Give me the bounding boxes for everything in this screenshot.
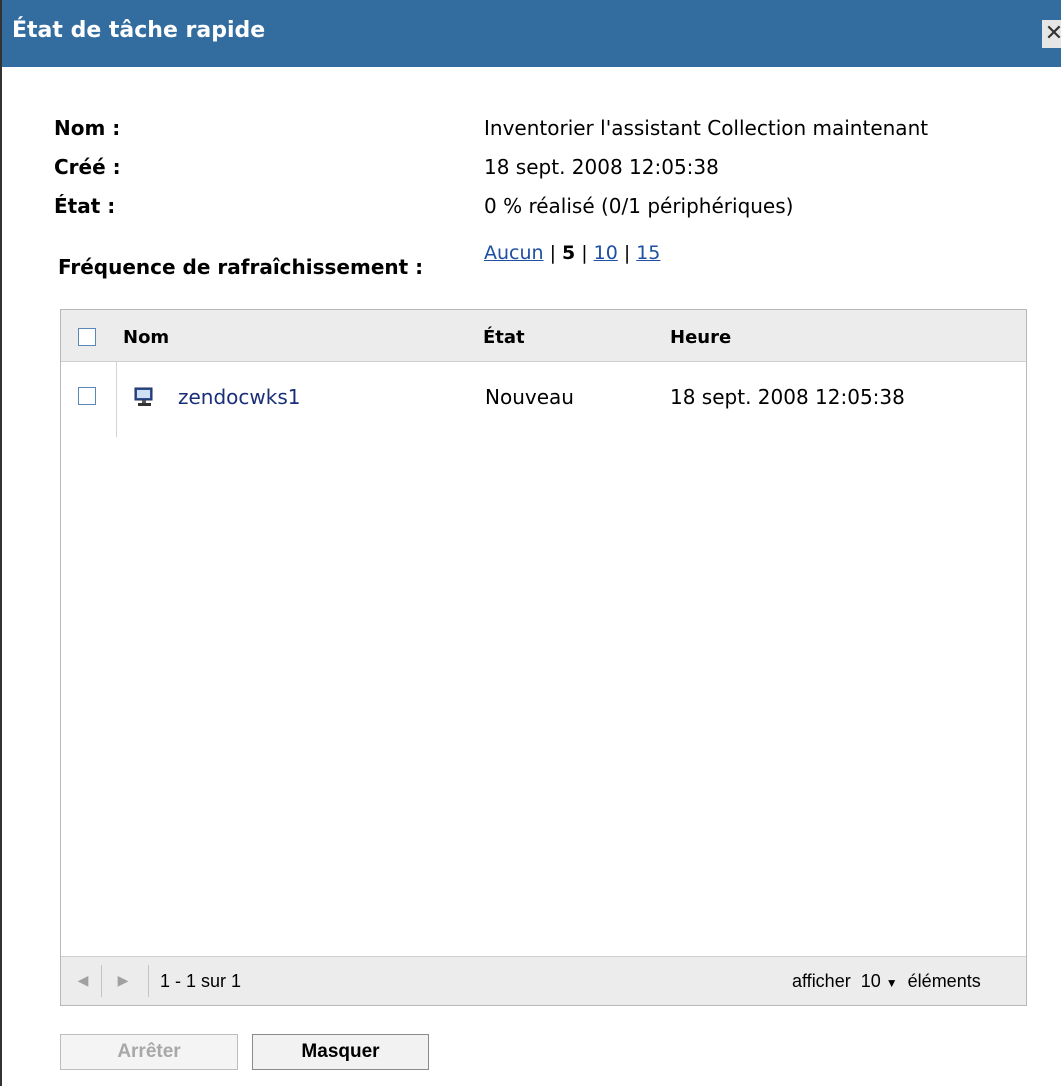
page-size-suffix: éléments [907, 971, 981, 991]
column-header-name[interactable]: Nom [123, 327, 169, 348]
close-icon[interactable]: ✕ [1042, 20, 1061, 48]
pager-range: 1 - 1 sur 1 [160, 971, 242, 991]
row-checkbox[interactable] [78, 387, 96, 405]
hide-button[interactable]: Masquer [252, 1034, 429, 1070]
stop-button: Arrêter [60, 1034, 238, 1070]
refresh-frequency-options: Aucun | 5 | 10 | 15 [484, 242, 660, 264]
table-row: zendocwks1 Nouveau 18 sept. 2008 12:05:3… [61, 362, 1026, 437]
pager-divider [148, 965, 149, 997]
separator: | [549, 242, 556, 264]
page-size-control: afficher 10 ▼ éléments [792, 971, 981, 992]
dropdown-caret-icon: ▼ [885, 976, 898, 990]
refresh-option-10[interactable]: 10 [594, 242, 618, 264]
desktop-computer-icon [134, 387, 153, 406]
dialog-title: État de tâche rapide [12, 18, 266, 43]
refresh-option-15[interactable]: 15 [636, 242, 660, 264]
page-size-prefix: afficher [792, 971, 851, 991]
name-value: Inventorier l'assistant Collection maint… [484, 116, 929, 140]
refresh-option-5-selected: 5 [561, 242, 576, 264]
device-time: 18 sept. 2008 12:05:38 [670, 385, 905, 409]
refresh-option-none[interactable]: Aucun [484, 242, 544, 264]
column-header-time[interactable]: Heure [670, 327, 731, 348]
next-page-icon[interactable]: ▶ [111, 969, 135, 993]
page-size-select[interactable]: 10 ▼ [861, 971, 898, 991]
refresh-frequency-label: Fréquence de rafraîchissement : [58, 255, 424, 279]
select-all-checkbox[interactable] [78, 328, 96, 346]
state-value: 0 % réalisé (0/1 périphériques) [484, 194, 794, 218]
separator: | [581, 242, 588, 264]
separator: | [623, 242, 631, 264]
device-state: Nouveau [485, 385, 574, 409]
created-value: 18 sept. 2008 12:05:38 [484, 155, 719, 179]
dialog-titlebar: État de tâche rapide ✕ [2, 0, 1061, 67]
devices-table: Nom État Heure zendocwks1 Nouveau 18 sep… [60, 309, 1027, 1006]
created-label: Créé : [54, 155, 121, 179]
state-label: État : [54, 194, 116, 218]
previous-page-icon[interactable]: ◀ [71, 969, 95, 993]
quick-task-status-dialog: État de tâche rapide ✕ Nom : Inventorier… [0, 0, 1061, 1086]
table-header: Nom État Heure [61, 310, 1026, 362]
pager-divider [101, 965, 102, 997]
page-size-value: 10 [860, 971, 881, 991]
name-label: Nom : [54, 116, 121, 140]
column-header-state[interactable]: État [483, 327, 525, 348]
table-pager: ◀ ▶ 1 - 1 sur 1 afficher 10 ▼ éléments [61, 956, 1026, 1005]
device-name-link[interactable]: zendocwks1 [178, 385, 301, 409]
